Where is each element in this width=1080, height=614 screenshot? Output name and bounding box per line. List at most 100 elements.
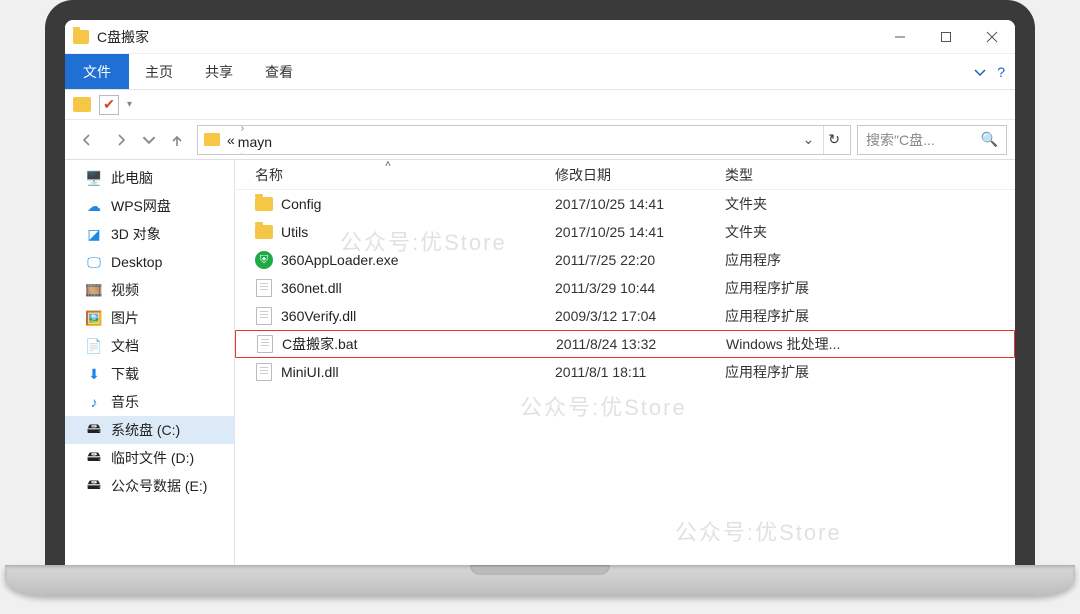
nav-forward-button[interactable] xyxy=(107,126,135,154)
body: 🖥️此电脑 ☁ WPS网盘 ◪ 3D 对象 🖵Desktop🎞️视频 🖼️ 图片 📄文档 ⬇ 下载 ♪… xyxy=(65,160,1015,565)
sidebar-item-label: 3D 对象 xyxy=(111,224,161,244)
minimize-button[interactable] xyxy=(877,20,923,54)
file-date: 2011/8/24 13:32 xyxy=(556,336,726,352)
file-list-pane[interactable]: ˄ 名称 修改日期 类型 Config2017/10/25 14:41文件夹Ut… xyxy=(235,160,1015,565)
sidebar-item-label: WPS网盘 xyxy=(111,196,171,216)
picture-icon: 🖼️ xyxy=(85,309,103,327)
sidebar-item[interactable]: 🖵Desktop xyxy=(65,248,234,276)
sidebar-item[interactable]: 🖥️此电脑 xyxy=(65,164,234,192)
file-type: 应用程序扩展 xyxy=(725,362,1015,382)
ribbon-expand[interactable]: ? xyxy=(963,54,1015,89)
file-type: 文件夹 xyxy=(725,222,1015,242)
folder-icon xyxy=(255,196,273,212)
music-icon: ♪ xyxy=(85,393,103,411)
nav-sidebar[interactable]: 🖥️此电脑 ☁ WPS网盘 ◪ 3D 对象 🖵Desktop🎞️视频 🖼️ 图片 📄文档 ⬇ 下载 ♪… xyxy=(65,160,235,565)
sidebar-item[interactable]: ☁ WPS网盘 xyxy=(65,192,234,220)
file-row[interactable]: Utils 2017/10/25 14:41文件夹 xyxy=(235,218,1015,246)
tab-home[interactable]: 主页 xyxy=(129,54,189,89)
qat-check-icon[interactable]: ✔ xyxy=(99,95,119,115)
breadcrumb-item[interactable]: mayn xyxy=(238,134,307,150)
file-type: Windows 批处理... xyxy=(726,334,1014,354)
nav-back-button[interactable] xyxy=(73,126,101,154)
file-row[interactable]: C盘搬家.bat 2011/8/24 13:32Windows 批处理... xyxy=(235,330,1015,358)
col-name[interactable]: 名称 xyxy=(255,165,555,185)
file-date: 2011/8/1 18:11 xyxy=(555,364,725,380)
column-headers[interactable]: ˄ 名称 修改日期 类型 xyxy=(235,160,1015,190)
sidebar-item-label: 临时文件 (D:) xyxy=(111,448,194,468)
nav-recent-dropdown[interactable] xyxy=(141,126,157,154)
file-icon xyxy=(256,336,274,352)
help-icon[interactable]: ? xyxy=(997,64,1005,80)
col-date[interactable]: 修改日期 xyxy=(555,165,725,185)
file-name: C盘搬家.bat xyxy=(282,334,357,354)
tab-view[interactable]: 查看 xyxy=(249,54,309,89)
sidebar-item[interactable]: 🖴 系统盘 (C:) xyxy=(65,416,234,444)
sidebar-item[interactable]: 🖴 临时文件 (D:) xyxy=(65,444,234,472)
window-controls xyxy=(877,20,1015,54)
tab-share[interactable]: 共享 xyxy=(189,54,249,89)
file-name: 360net.dll xyxy=(281,280,342,296)
close-button[interactable] xyxy=(969,20,1015,54)
exe-icon: ⛨ xyxy=(255,252,273,268)
file-row[interactable]: ⛨360AppLoader.exe2011/7/25 22:20应用程序 xyxy=(235,246,1015,274)
file-tab[interactable]: 文件 xyxy=(65,54,129,89)
download-icon: ⬇ xyxy=(85,365,103,383)
titlebar[interactable]: C盘搬家 xyxy=(65,20,1015,54)
folder-icon xyxy=(204,133,220,146)
file-type: 应用程序扩展 xyxy=(725,306,1015,326)
drive-icon: 🖴 xyxy=(85,421,103,439)
sidebar-item-label: 系统盘 (C:) xyxy=(111,420,180,440)
file-name: 360Verify.dll xyxy=(281,308,356,324)
drive-icon: 🖴 xyxy=(85,449,103,467)
sidebar-item-label: 下载 xyxy=(111,364,139,384)
3d-icon: ◪ xyxy=(85,225,103,243)
sort-indicator-icon: ˄ xyxy=(385,160,391,170)
file-date: 2011/3/29 10:44 xyxy=(555,280,725,296)
file-row[interactable]: 360Verify.dll2009/3/12 17:04应用程序扩展 xyxy=(235,302,1015,330)
sidebar-item[interactable]: ⬇ 下载 xyxy=(65,360,234,388)
sidebar-item-label: 公众号数据 (E:) xyxy=(111,476,207,496)
cloud-icon: ☁ xyxy=(85,197,103,215)
sidebar-item[interactable]: 🖼️ 图片 xyxy=(65,304,234,332)
file-icon xyxy=(255,280,273,296)
qat-dropdown-icon[interactable]: ▾ xyxy=(127,99,132,110)
file-icon xyxy=(255,364,273,380)
search-placeholder: 搜索"C盘... xyxy=(866,130,935,150)
sidebar-item-label: 视频 xyxy=(111,280,139,300)
pc-icon: 🖥️ xyxy=(85,169,103,187)
quick-access-toolbar: ✔ ▾ xyxy=(65,90,1015,120)
file-row[interactable]: 360net.dll 2011/3/29 10:44应用程序扩展 xyxy=(235,274,1015,302)
nav-up-button[interactable] xyxy=(163,126,191,154)
sidebar-item-label: 图片 xyxy=(111,308,139,328)
file-date: 2017/10/25 14:41 xyxy=(555,224,725,240)
sidebar-item[interactable]: 🎞️视频 xyxy=(65,276,234,304)
chevron-right-icon: › xyxy=(238,150,247,155)
file-name: Utils xyxy=(281,224,308,240)
addressbar-dropdown-icon[interactable]: ⌄ xyxy=(801,131,817,148)
file-row[interactable]: Config2017/10/25 14:41文件夹 xyxy=(235,190,1015,218)
folder-icon[interactable] xyxy=(73,97,91,112)
folder-icon xyxy=(73,30,89,44)
sidebar-item[interactable]: ◪ 3D 对象 xyxy=(65,220,234,248)
col-type[interactable]: 类型 xyxy=(725,165,1015,185)
screen-bezel: C盘搬家 文件 主页 共享 查看 ? xyxy=(45,0,1035,565)
search-icon[interactable]: 🔍 xyxy=(981,131,998,148)
maximize-button[interactable] xyxy=(923,20,969,54)
file-type: 应用程序扩展 xyxy=(725,278,1015,298)
laptop-base xyxy=(5,565,1075,595)
file-row[interactable]: MiniUI.dll2011/8/1 18:11应用程序扩展 xyxy=(235,358,1015,386)
file-date: 2017/10/25 14:41 xyxy=(555,196,725,212)
window-title: C盘搬家 xyxy=(97,27,149,47)
address-row: « 系统盘 (C:)›用户›mayn›Desktop›C盘搬家 ⌄ ↻ 搜索"C… xyxy=(65,120,1015,160)
document-icon: 📄 xyxy=(85,337,103,355)
search-input[interactable]: 搜索"C盘... 🔍 xyxy=(857,125,1007,155)
refresh-button[interactable]: ↻ xyxy=(823,126,844,154)
drive-icon: 🖴 xyxy=(85,477,103,495)
sidebar-item[interactable]: ♪音乐 xyxy=(65,388,234,416)
address-bar[interactable]: « 系统盘 (C:)›用户›mayn›Desktop›C盘搬家 ⌄ ↻ xyxy=(197,125,851,155)
file-icon xyxy=(255,308,273,324)
file-name: Config xyxy=(281,196,321,212)
sidebar-item[interactable]: 🖴 公众号数据 (E:) xyxy=(65,472,234,500)
sidebar-item[interactable]: 📄文档 xyxy=(65,332,234,360)
file-date: 2011/7/25 22:20 xyxy=(555,252,725,268)
